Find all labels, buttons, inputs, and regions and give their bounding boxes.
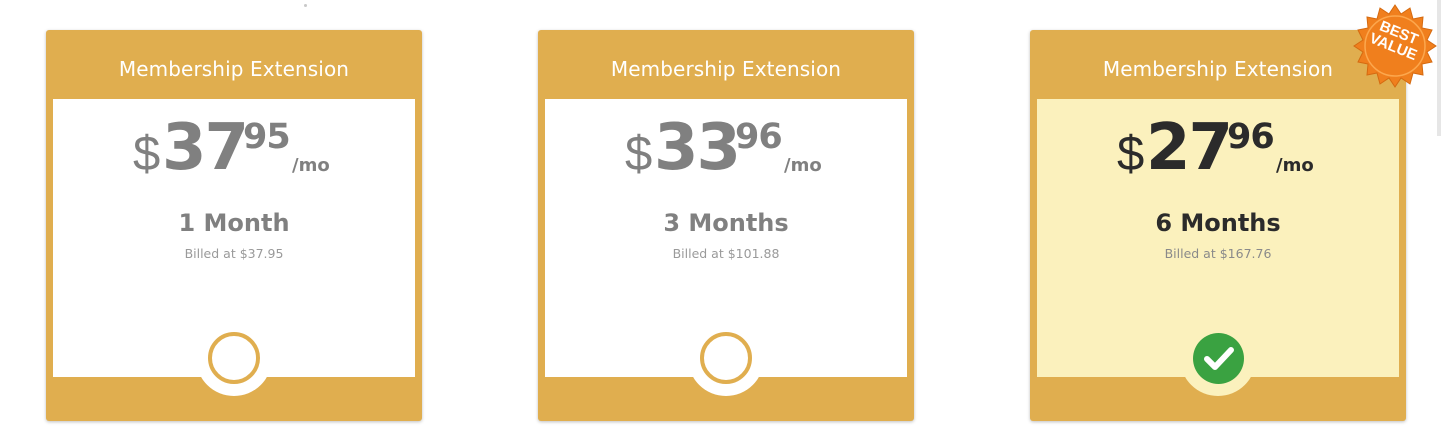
check-circle-icon[interactable] [1193, 333, 1244, 384]
plan-billed: Billed at $37.95 [184, 246, 284, 261]
radio-circle-icon[interactable] [700, 332, 752, 384]
pricing-page: Membership Extension $ 37 95 /mo 1 Month… [0, 0, 1441, 438]
plan-term: 1 Month [178, 209, 290, 237]
plan-billed: Billed at $101.88 [672, 246, 780, 261]
plan-card-1-month[interactable]: Membership Extension $ 37 95 /mo 1 Month… [46, 30, 422, 421]
price-period: /mo [292, 155, 330, 176]
plan-title: Membership Extension [610, 57, 842, 81]
best-value-badge: BEST VALUE [1352, 3, 1438, 89]
radio-circle-icon[interactable] [208, 332, 260, 384]
plan-card-3-months[interactable]: Membership Extension $ 33 96 /mo 3 Month… [538, 30, 914, 421]
plan-title: Membership Extension [1102, 57, 1334, 81]
price-whole: 33 [654, 111, 741, 185]
plan-title: Membership Extension [118, 57, 350, 81]
decorative-dot [304, 4, 307, 7]
plan-price: $ 27 96 /mo [1037, 111, 1399, 187]
price-cents: 96 [1227, 117, 1275, 157]
plan-card-6-months[interactable]: Membership Extension $ 27 96 /mo 6 Month… [1030, 30, 1406, 421]
plan-term: 3 Months [663, 209, 789, 237]
price-whole: 27 [1146, 111, 1233, 185]
plan-term: 6 Months [1155, 209, 1281, 237]
plan-billed: Billed at $167.76 [1164, 246, 1272, 261]
plan-price: $ 33 96 /mo [545, 111, 907, 187]
currency-symbol: $ [133, 127, 161, 181]
price-period: /mo [1276, 155, 1314, 176]
price-cents: 96 [735, 117, 783, 157]
price-period: /mo [784, 155, 822, 176]
price-cents: 95 [243, 117, 291, 157]
currency-symbol: $ [625, 127, 653, 181]
price-whole: 37 [162, 111, 249, 185]
currency-symbol: $ [1117, 127, 1145, 181]
plan-price: $ 37 95 /mo [53, 111, 415, 187]
